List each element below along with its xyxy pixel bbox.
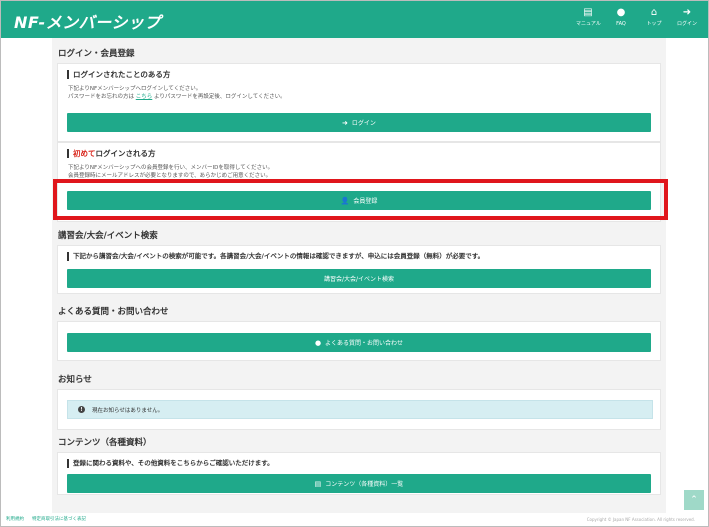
nav-login-label: ログイン <box>676 21 697 27</box>
password-reset-link[interactable]: こちら <box>136 94 153 100</box>
login-button-label: ログイン <box>351 120 376 127</box>
nav-login[interactable]: ➜ ログイン <box>675 8 699 28</box>
nav-top[interactable]: ⌂ トップ <box>642 8 666 28</box>
first-time-heading: 初めてログインされる方 <box>67 149 156 158</box>
main-content: ログイン・会員登録 ログインされたことのある方 下記よりNFメンバーシップへログ… <box>52 38 666 513</box>
nav-faq-label: FAQ <box>616 21 626 27</box>
events-section-title: 講習会/大会/イベント検索 <box>58 231 158 241</box>
first-time-desc-line1: 下記よりNFメンバーシップへの会員登録を行い、メンバーIDを取得してください。 <box>68 165 274 171</box>
top-header: NF-メンバーシップ ▤ マニュアル ● FAQ ⌂ トップ ➜ ログイン <box>0 0 709 38</box>
faq-button[interactable]: ● よくある質問・お問い合わせ <box>67 333 651 352</box>
news-message: 現在お知らせはありません。 <box>92 407 164 414</box>
contents-heading: 登録に関わる資料や、その他資料をこちらからご確認いただけます。 <box>67 459 274 468</box>
home-icon: ⌂ <box>650 7 658 18</box>
returning-heading: ログインされたことのある方 <box>67 70 170 79</box>
footer-law-link[interactable]: 特定商取引法に基づく表記 <box>32 516 86 522</box>
register-highlight-box <box>53 179 668 220</box>
login-icon: ➜ <box>342 118 348 127</box>
contents-card: 登録に関わる資料や、その他資料をこちらからご確認いただけます。 ▤ コンテンツ（… <box>57 452 661 495</box>
contents-section-title: コンテンツ（各種資料） <box>58 438 152 448</box>
chevron-up-icon: ⌃ <box>690 495 698 505</box>
returning-desc: 下記よりNFメンバーシップへログインしてください。 パスワードをお忘れの方は こ… <box>68 85 286 101</box>
returning-desc-line2: パスワードをお忘れの方は こちら よりパスワードを再設定後、ログインしてください… <box>68 93 286 101</box>
chat-icon: ● <box>314 338 322 347</box>
contents-list-button[interactable]: ▤ コンテンツ（各種資料）一覧 <box>67 474 651 493</box>
contents-list-button-label: コンテンツ（各種資料）一覧 <box>325 481 404 488</box>
footer-terms-link[interactable]: 利用規約 <box>6 516 24 522</box>
login-button[interactable]: ➜ ログイン <box>67 113 651 132</box>
news-info-box: ! 現在お知らせはありません。 <box>67 400 653 419</box>
faq-card: ● よくある質問・お問い合わせ <box>57 321 661 361</box>
chat-icon: ● <box>616 7 626 18</box>
events-heading: 下記から講習会/大会/イベントの検索が可能です。各講習会/大会/イベントの情報は… <box>67 252 484 261</box>
returning-desc-line1: 下記よりNFメンバーシップへログインしてください。 <box>68 86 202 92</box>
login-icon: ➜ <box>682 7 692 18</box>
returning-desc-pre: パスワードをお忘れの方は <box>68 94 135 100</box>
footer-links: 利用規約 特定商取引法に基づく表記 <box>6 516 86 522</box>
first-time-emphasis: 初めて <box>73 149 96 158</box>
news-card: ! 現在お知らせはありません。 <box>57 389 661 430</box>
faq-button-label: よくある質問・お問い合わせ <box>325 340 404 347</box>
faq-section-title: よくある質問・お問い合わせ <box>58 307 169 317</box>
events-card: 下記から講習会/大会/イベントの検索が可能です。各講習会/大会/イベントの情報は… <box>57 245 661 294</box>
login-card: ログインされたことのある方 下記よりNFメンバーシップへログインしてください。 … <box>57 63 661 142</box>
back-to-top-button[interactable]: ⌃ <box>684 490 704 510</box>
nav-faq[interactable]: ● FAQ <box>609 8 633 28</box>
event-search-button-label: 講習会/大会/イベント検索 <box>323 276 395 283</box>
nav-manual-label: マニュアル <box>576 21 601 27</box>
nav-top-label: トップ <box>646 21 662 27</box>
header-nav: ▤ マニュアル ● FAQ ⌂ トップ ➜ ログイン <box>576 8 699 28</box>
copyright-text: Copyright © Japan NF Association. All ri… <box>586 517 695 522</box>
book-icon: ▤ <box>583 7 593 18</box>
document-icon: ▤ <box>314 479 322 488</box>
event-search-button[interactable]: 講習会/大会/イベント検索 <box>67 269 651 288</box>
returning-desc-post: よりパスワードを再設定後、ログインしてください。 <box>154 94 286 100</box>
info-icon: ! <box>78 406 85 413</box>
login-section-title: ログイン・会員登録 <box>58 49 135 59</box>
nav-manual[interactable]: ▤ マニュアル <box>576 7 601 28</box>
first-time-desc: 下記よりNFメンバーシップへの会員登録を行い、メンバーIDを取得してください。 … <box>68 164 273 180</box>
site-logo[interactable]: NF-メンバーシップ <box>14 9 161 33</box>
news-section-title: お知らせ <box>58 375 92 385</box>
first-time-heading-rest: ログインされる方 <box>95 149 156 158</box>
